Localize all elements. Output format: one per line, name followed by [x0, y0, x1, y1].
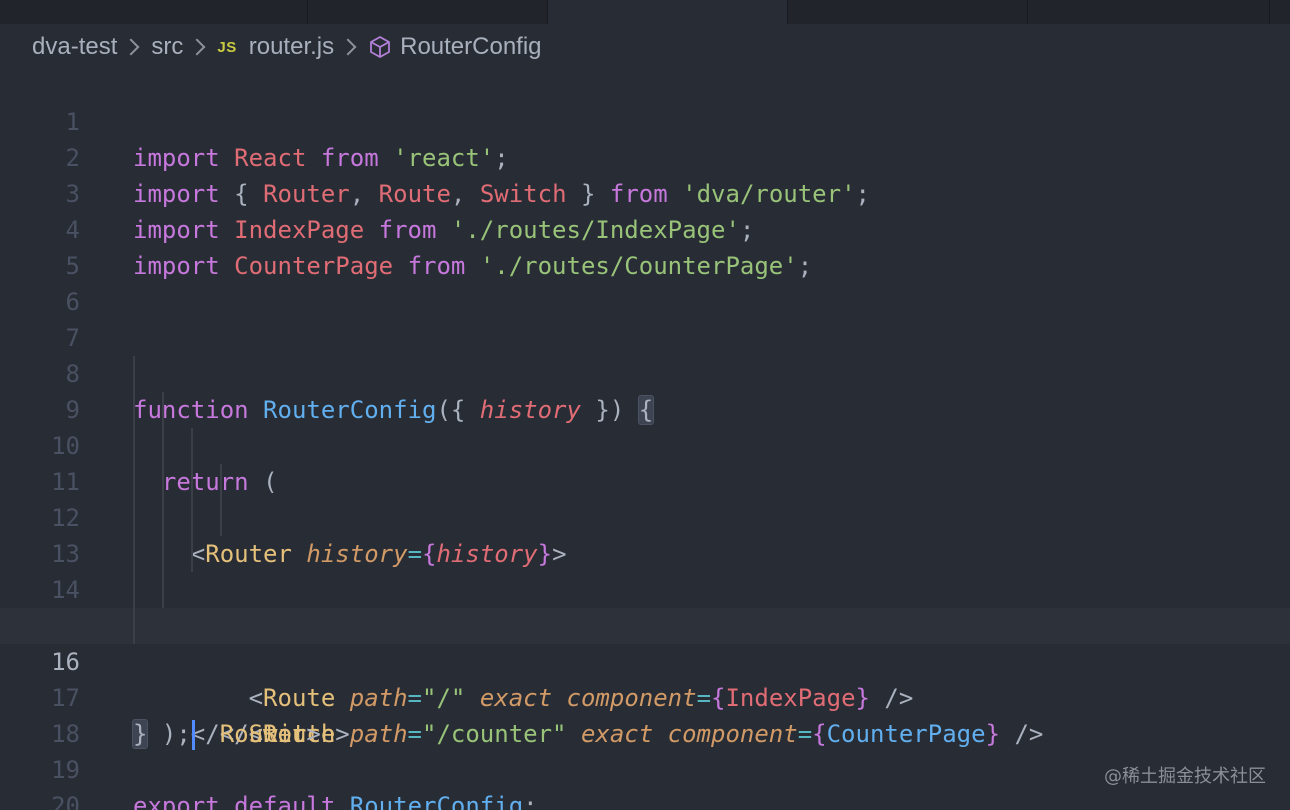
- editor-tab-strip: [0, 0, 1290, 24]
- code-line[interactable]: 14 </Switch>: [0, 536, 1290, 748]
- indent-guide: [133, 536, 135, 572]
- indent-guide: [162, 500, 164, 536]
- identifier-token: RouterConfig: [349, 792, 524, 810]
- editor-tab[interactable]: [308, 0, 548, 24]
- editor-tab[interactable]: [788, 0, 1028, 24]
- indent-guide: [133, 500, 135, 536]
- code-line[interactable]: 17 }: [0, 644, 1290, 749]
- code-line[interactable]: 5: [0, 212, 1290, 280]
- indent-guide: [191, 536, 193, 572]
- indent-guide: [133, 392, 135, 428]
- code-line[interactable]: 9 return (: [0, 356, 1290, 496]
- watermark: @稀土掘金技术社区: [1104, 766, 1266, 787]
- code-line[interactable]: 20: [0, 752, 1290, 810]
- indent-guide: [162, 428, 164, 464]
- code-line[interactable]: 2 import { Router, Route, Switch } from …: [0, 104, 1290, 208]
- indent-guide: [162, 464, 164, 500]
- code-line[interactable]: 10 <Router history={history}>: [0, 392, 1290, 568]
- breadcrumb-symbol[interactable]: RouterConfig: [400, 33, 541, 61]
- code-line[interactable]: 6: [0, 248, 1290, 316]
- keyword-token: default: [234, 792, 336, 810]
- code-line[interactable]: 1 import React from 'react';: [0, 68, 1290, 172]
- line-number: 20: [51, 792, 80, 810]
- breadcrumb-file[interactable]: router.js: [249, 33, 334, 61]
- code-line[interactable]: 4 import CounterPage from './routes/Coun…: [0, 176, 1290, 280]
- code-line[interactable]: 19 export default RouterConfig;: [0, 716, 1290, 810]
- code-line[interactable]: 15 </Router>: [0, 572, 1290, 748]
- editor-tab[interactable]: [1028, 0, 1270, 24]
- keyword-token: export: [133, 792, 220, 810]
- code-line[interactable]: 11 <Switch>: [0, 428, 1290, 640]
- code-line[interactable]: 13 <Route path="/counter" exact componen…: [0, 500, 1290, 748]
- indent-guide: [133, 608, 135, 644]
- chevron-right-icon: [122, 38, 140, 56]
- indent-guide: [162, 536, 164, 572]
- editor-tab[interactable]: [0, 0, 308, 24]
- editor-tab-active[interactable]: [548, 0, 788, 24]
- indent-guide: [191, 464, 193, 500]
- code-editor[interactable]: 1 import React from 'react'; 2 import { …: [0, 68, 1290, 810]
- indent-guide: [220, 500, 222, 536]
- indent-guide: [162, 392, 164, 428]
- indent-guide: [133, 428, 135, 464]
- js-file-icon: JS: [217, 38, 237, 56]
- indent-guide: [133, 572, 135, 608]
- indent-guide: [220, 464, 222, 500]
- indent-guide: [133, 464, 135, 500]
- indent-guide: [191, 500, 193, 536]
- breadcrumb-folder[interactable]: src: [151, 33, 183, 61]
- code-line[interactable]: 12 <Route path="/" exact component={Inde…: [0, 464, 1290, 712]
- indent-guide: [162, 572, 164, 608]
- code-line[interactable]: 7: [0, 284, 1290, 352]
- indent-guide: [133, 356, 135, 392]
- code-line-current[interactable]: 16 );: [0, 608, 1290, 750]
- chevron-right-icon: [188, 38, 206, 56]
- breadcrumb-project[interactable]: dva-test: [32, 33, 117, 61]
- code-line[interactable]: 18: [0, 680, 1290, 748]
- indent-guide: [191, 428, 193, 464]
- chevron-right-icon: [339, 38, 357, 56]
- code-line[interactable]: 8 function RouterConfig({ history }) {: [0, 320, 1290, 425]
- cube-icon: [368, 35, 392, 59]
- code-line[interactable]: 3 import IndexPage from './routes/IndexP…: [0, 140, 1290, 244]
- breadcrumb: dva-test src JS router.js RouterConfig: [32, 30, 542, 64]
